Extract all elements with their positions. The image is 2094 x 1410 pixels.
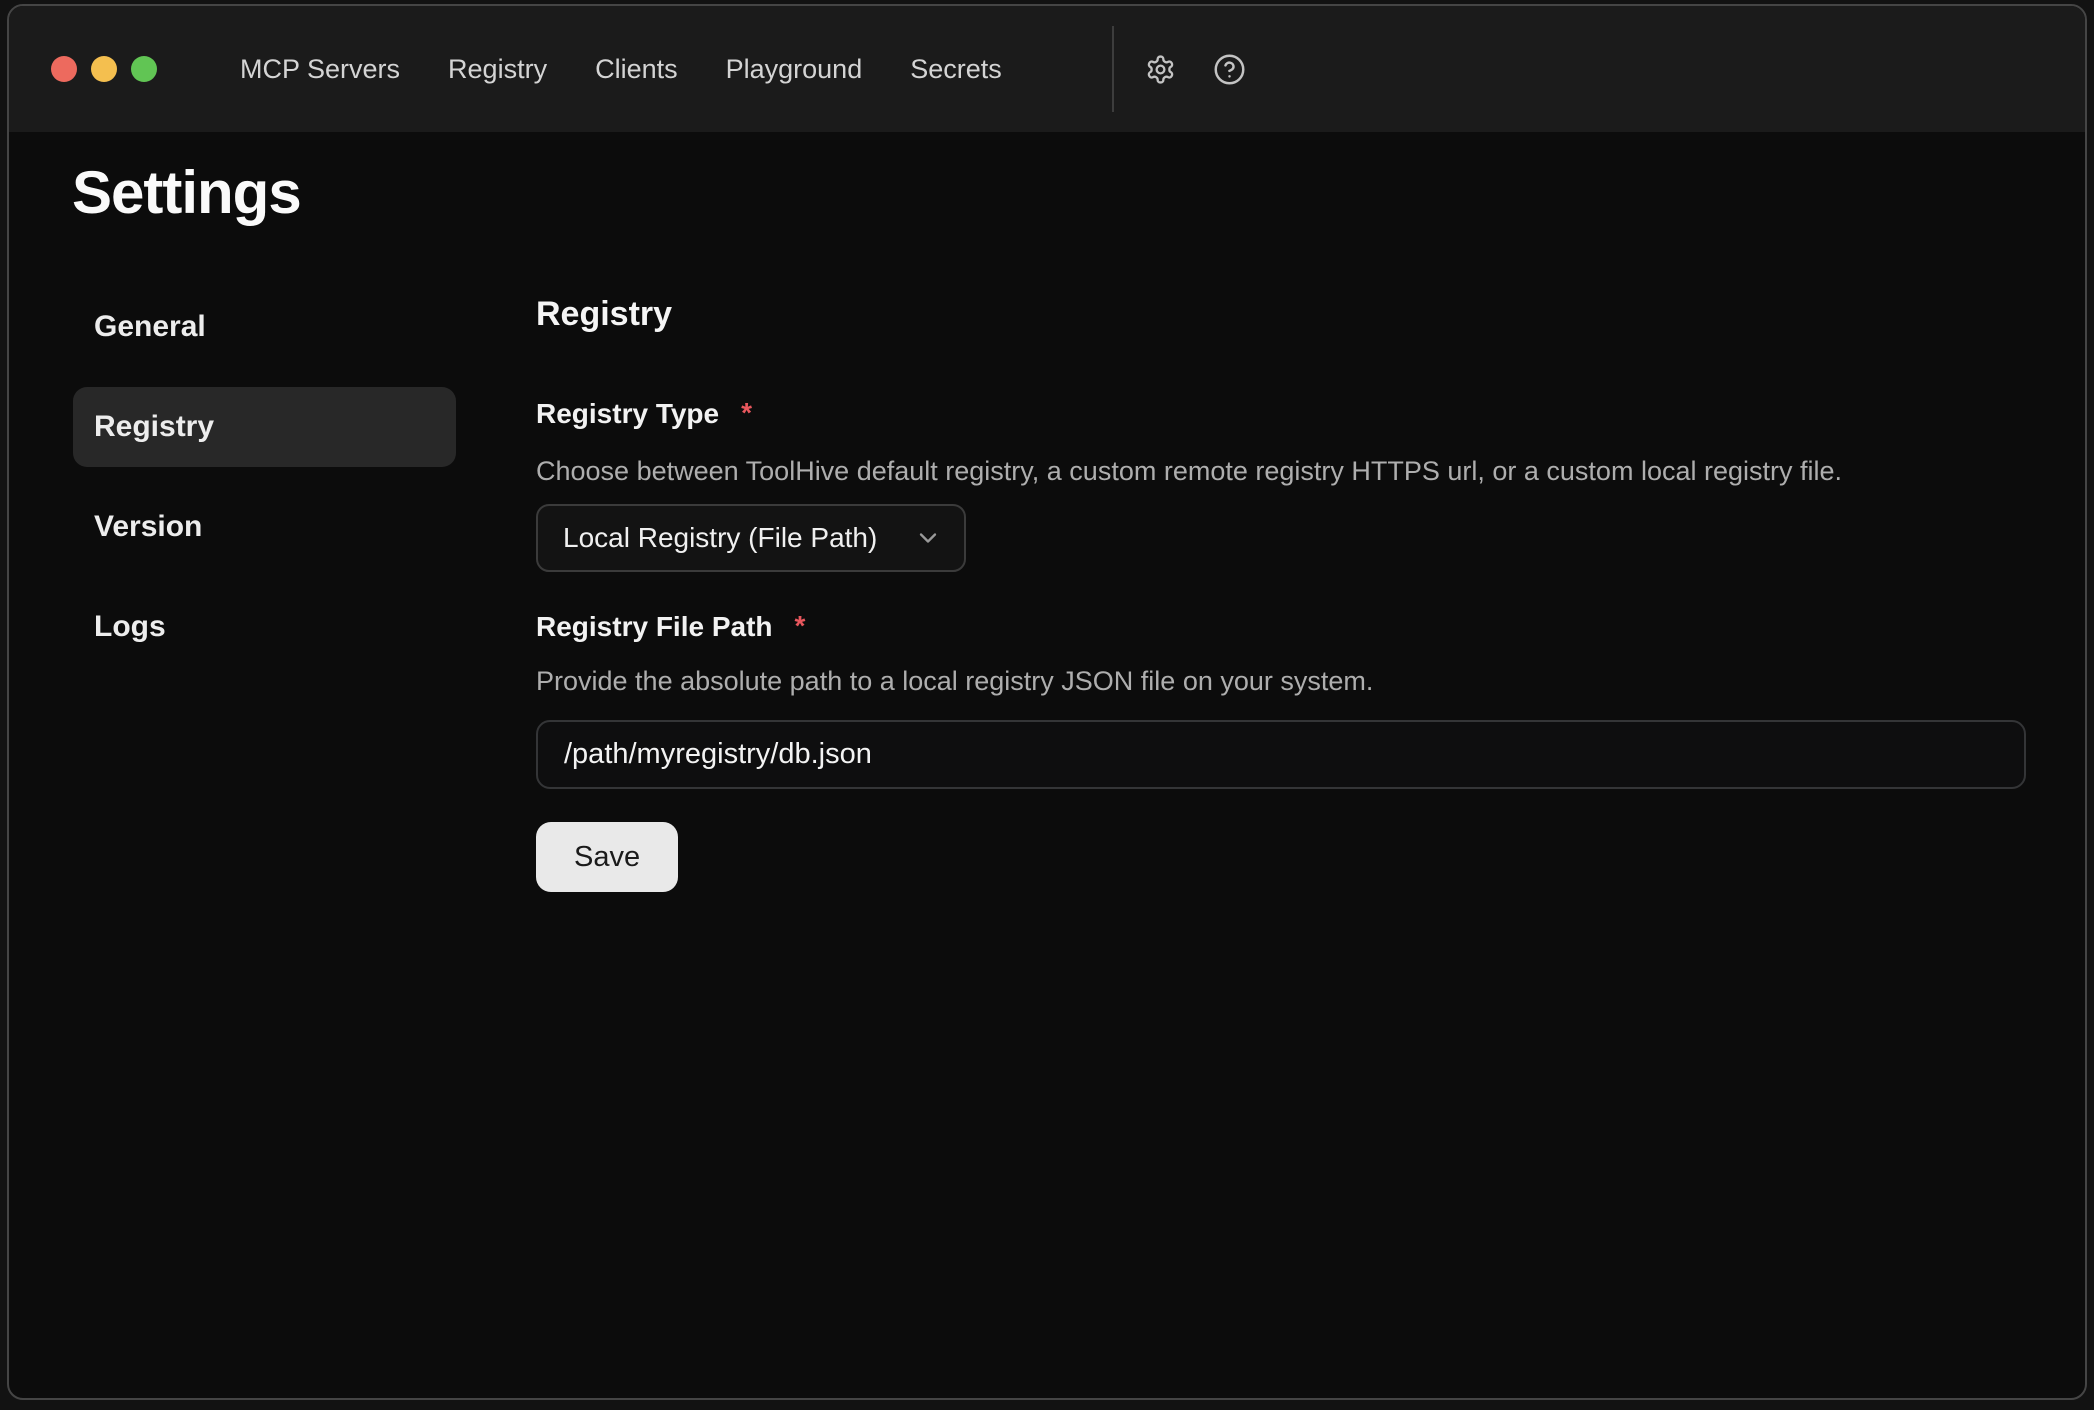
registry-file-path-input[interactable]: [536, 720, 2026, 789]
nav-item-secrets[interactable]: Secrets: [910, 54, 1002, 85]
section-heading: Registry: [536, 294, 672, 334]
registry-file-path-description: Provide the absolute path to a local reg…: [536, 664, 1373, 698]
chevron-down-icon: [914, 524, 942, 552]
titlebar-divider: [1112, 26, 1114, 112]
registry-file-path-label-text: Registry File Path: [536, 610, 773, 644]
nav-item-clients[interactable]: Clients: [595, 54, 678, 85]
help-icon: [1213, 53, 1246, 86]
sidebar-item-registry[interactable]: Registry: [73, 387, 456, 467]
zoom-window-button[interactable]: [131, 56, 157, 82]
registry-file-path-label: Registry File Path *: [536, 610, 805, 644]
registry-type-description: Choose between ToolHive default registry…: [536, 454, 1842, 488]
settings-gear-button[interactable]: [1138, 47, 1182, 91]
nav-item-registry[interactable]: Registry: [448, 54, 547, 85]
registry-type-label: Registry Type *: [536, 397, 752, 431]
close-window-button[interactable]: [51, 56, 77, 82]
nav-item-mcp-servers[interactable]: MCP Servers: [240, 54, 400, 85]
titlebar: MCP Servers Registry Clients Playground …: [9, 6, 2085, 132]
nav-item-playground[interactable]: Playground: [726, 54, 863, 85]
sidebar-item-logs[interactable]: Logs: [73, 587, 456, 667]
page-title: Settings: [72, 158, 301, 227]
sidebar-item-version[interactable]: Version: [73, 487, 456, 567]
top-navigation: MCP Servers Registry Clients Playground …: [240, 6, 1002, 132]
required-asterisk: *: [795, 609, 806, 643]
help-button[interactable]: [1207, 47, 1251, 91]
settings-sidebar: General Registry Version Logs: [73, 287, 456, 687]
minimize-window-button[interactable]: [91, 56, 117, 82]
app-window: MCP Servers Registry Clients Playground …: [7, 4, 2087, 1400]
sidebar-item-general[interactable]: General: [73, 287, 456, 367]
registry-type-selected-value: Local Registry (File Path): [563, 522, 877, 554]
registry-settings-panel: Registry Registry Type * Choose between …: [536, 294, 2030, 892]
registry-type-label-text: Registry Type: [536, 397, 719, 431]
required-asterisk: *: [741, 396, 752, 430]
save-button[interactable]: Save: [536, 822, 678, 892]
window-controls: [51, 56, 157, 82]
registry-type-select[interactable]: Local Registry (File Path): [536, 504, 966, 572]
gear-icon: [1145, 54, 1176, 85]
